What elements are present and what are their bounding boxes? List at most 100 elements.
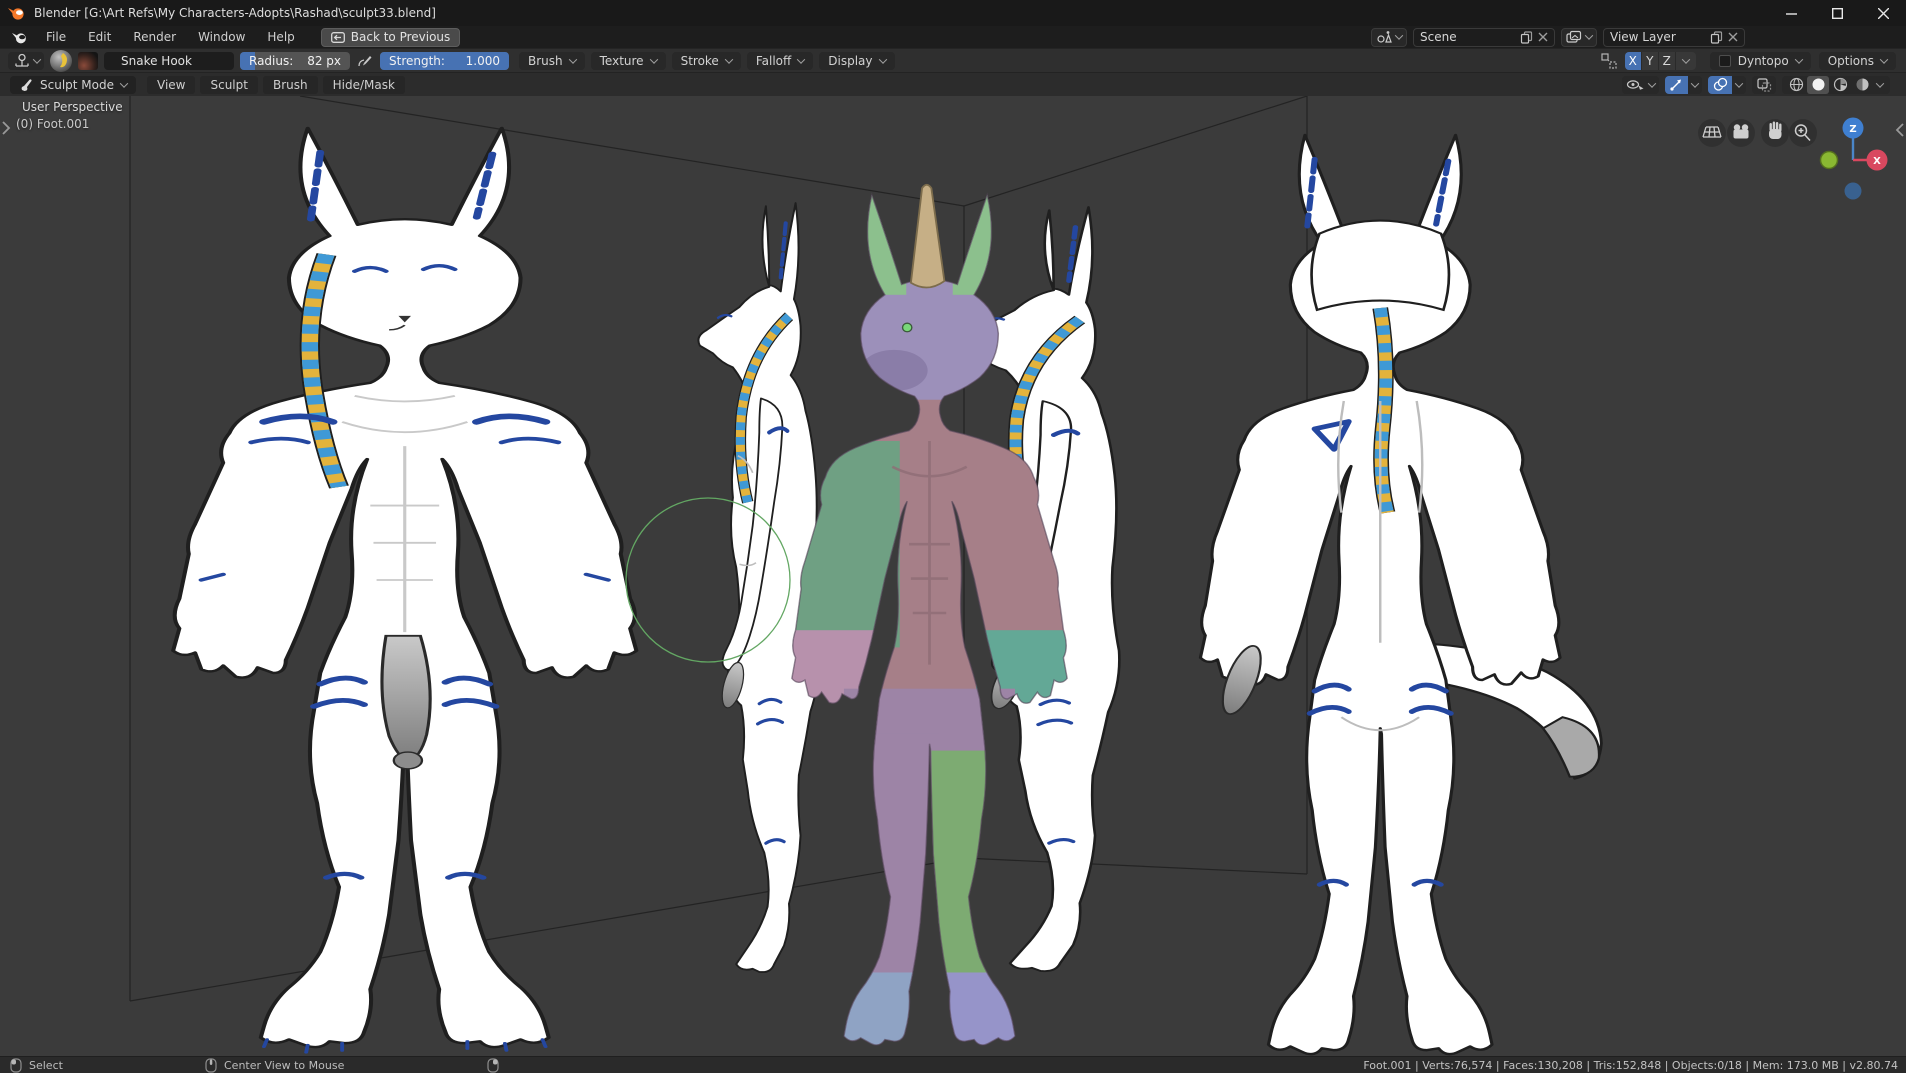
toggle-camera-view-button[interactable] [1727,119,1755,147]
xray-toggle[interactable] [1752,76,1776,94]
chevron-down-icon [33,55,41,63]
shading-wireframe-button[interactable] [1785,76,1807,94]
mouse-left-icon [10,1058,22,1073]
axis-z-label: Z [1849,124,1856,135]
scene-name-field[interactable]: Scene [1413,28,1555,47]
stroke-panel-dropdown[interactable]: Stroke [672,52,741,70]
menu-help[interactable]: Help [257,28,304,46]
perspective-label: User Perspective [22,100,123,114]
shading-material-button[interactable] [1829,76,1851,94]
strength-slider[interactable]: Strength: 1.000 [380,52,509,70]
new-view-layer-icon[interactable] [1710,31,1723,44]
falloff-panel-dropdown[interactable]: Falloff [747,52,813,70]
chevron-down-icon [1691,79,1699,87]
scene-type-dropdown[interactable] [1371,28,1407,47]
zoom-view-button[interactable] [1789,119,1817,147]
mode-selector[interactable]: Sculpt Mode [10,76,136,94]
brush-panel-dropdown[interactable]: Brush [519,52,585,70]
pan-view-button[interactable] [1761,119,1789,147]
remove-view-layer-icon[interactable] [1728,32,1738,42]
pressure-sensitivity-icon[interactable] [356,53,374,69]
texture-panel-dropdown[interactable]: Texture [591,52,666,70]
viewport-menu-brush[interactable]: Brush [263,76,318,94]
radius-slider[interactable]: Radius: 82 px [240,52,350,70]
select-hint-label: Select [29,1059,63,1072]
gizmo-dropdown[interactable] [1688,76,1702,94]
brush-preview-icon[interactable] [50,50,72,72]
viewport-menu-view[interactable]: View [147,76,195,94]
navigation-axis-gizmo[interactable]: Z X [1821,118,1888,200]
close-button[interactable] [1860,0,1906,26]
chevron-down-icon [725,55,733,63]
reference-figure-front [173,128,636,1052]
model-horn [911,185,944,288]
chevron-down-icon [1395,31,1403,39]
viewport-menu-sculpt[interactable]: Sculpt [200,76,257,94]
axis-y-ball [1821,152,1838,169]
show-overlays-toggle[interactable] [1708,76,1732,94]
view-layer-name-field[interactable]: View Layer [1603,28,1745,47]
menu-file[interactable]: File [36,28,76,46]
scene-icon [1376,30,1392,44]
symmetry-y-toggle[interactable]: Y [1642,52,1659,70]
viewport-menu-hide-mask[interactable]: Hide/Mask [323,76,405,94]
viewport-nav-buttons [1698,119,1817,147]
active-tool-icon [12,53,30,69]
sidebar-expand-arrow[interactable] [1897,124,1903,136]
radius-label: Radius: [249,54,293,68]
rendered-shading-icon [1855,77,1870,92]
view-layer-type-dropdown[interactable] [1561,28,1597,47]
solid-shading-icon [1811,77,1826,92]
viewport-3d-canvas[interactable]: Z X [0,96,1906,1056]
brush-texture-thumbnail[interactable] [78,52,98,70]
toolbar-expand-arrow[interactable] [3,122,9,134]
display-panel-label: Display [828,54,872,68]
display-panel-dropdown[interactable]: Display [819,52,894,70]
stroke-panel-label: Stroke [681,54,719,68]
blender-window: Blender [G:\Art Refs\My Characters-Adopt… [0,0,1906,1073]
chevron-down-icon [1876,79,1884,87]
overlays-toggle-group [1708,76,1746,94]
symmetry-dropdown[interactable] [1676,52,1696,70]
blender-app-icon[interactable] [6,31,34,44]
xray-icon [1756,77,1772,93]
chevron-down-icon [797,55,805,63]
options-dropdown[interactable]: Options [1819,52,1896,70]
show-gizmo-toggle[interactable] [1665,76,1688,94]
active-tool-selector[interactable] [8,52,44,70]
menu-render[interactable]: Render [123,28,186,46]
symmetry-x-toggle[interactable]: X [1625,52,1642,70]
symmetry-z-toggle[interactable]: Z [1659,52,1676,70]
overlays-icon [1712,77,1728,92]
shading-solid-button[interactable] [1807,76,1829,94]
chevron-down-icon [1648,79,1656,87]
dyntopo-label: Dyntopo [1738,54,1789,68]
dyntopo-checkbox[interactable] [1719,55,1731,67]
back-to-previous-button[interactable]: Back to Previous [321,28,461,47]
chevron-down-icon [1880,55,1888,63]
radius-value: 82 px [307,54,341,68]
falloff-panel-label: Falloff [756,54,791,68]
minimize-button[interactable] [1768,0,1814,26]
symmetry-axis-toggle: X Y Z [1625,52,1696,70]
view-layer-icon [1566,30,1582,44]
menu-edit[interactable]: Edit [78,28,121,46]
object-visibility-dropdown[interactable] [1622,76,1659,94]
dyntopo-dropdown[interactable]: Dyntopo [1710,52,1811,70]
unlink-scene-icon[interactable] [1538,32,1548,42]
viewport-header: Sculpt Mode View Sculpt Brush Hide/Mask [0,72,1906,96]
toggle-perspective-button[interactable] [1698,119,1726,147]
back-arrow-icon [331,32,345,43]
menu-window[interactable]: Window [188,28,255,46]
mode-label: Sculpt Mode [40,78,114,92]
axis-neg-z-ball [1845,183,1862,200]
scene-name: Scene [1420,30,1515,44]
shading-rendered-button[interactable] [1851,76,1873,94]
brush-name-field[interactable]: Snake Hook [104,52,234,70]
maximize-button[interactable] [1814,0,1860,26]
axis-x-label: X [1873,156,1881,167]
overlays-dropdown[interactable] [1732,76,1746,94]
chevron-down-icon [1585,31,1593,39]
new-scene-icon[interactable] [1520,31,1533,44]
strength-value: 1.000 [466,54,500,68]
